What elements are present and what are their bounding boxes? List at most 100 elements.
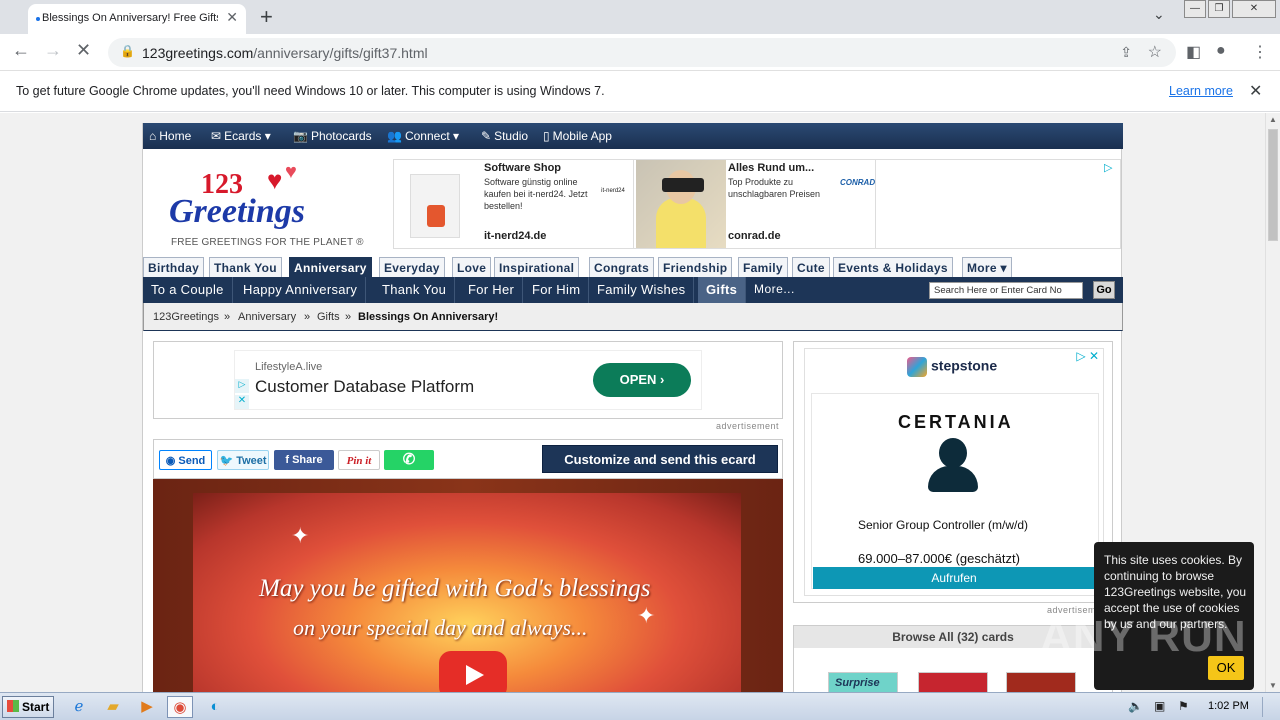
logo-tagline: FREE GREETINGS FOR THE PLANET ® (171, 237, 364, 248)
url-text[interactable]: 123greetings.com/anniversary/gifts/gift3… (142, 45, 428, 61)
nav-ecards[interactable]: ✉ Ecards ▾ (211, 129, 271, 143)
tab-love[interactable]: Love (452, 257, 492, 277)
vr-person-image (636, 160, 726, 248)
action-center-flag-icon[interactable]: ⚑ (1178, 699, 1189, 713)
nav-mobile-app[interactable]: ▯ Mobile App (543, 129, 612, 143)
nav-connect[interactable]: 👥 Connect ▾ (387, 129, 459, 143)
breadcrumb-gifts[interactable]: Gifts (317, 311, 340, 323)
adchoices-close-icon[interactable]: ▷ ✕ (1076, 349, 1099, 363)
subnav-gifts[interactable]: Gifts (698, 277, 747, 303)
subnav-family-wishes[interactable]: Family Wishes (589, 277, 695, 303)
subnav-for-him[interactable]: For Him (524, 277, 590, 303)
back-arrow-icon[interactable]: ← (12, 40, 30, 61)
nav-home[interactable]: ⌂ Home (149, 129, 191, 143)
restore-button[interactable]: ❐ (1208, 0, 1230, 18)
subnav-more[interactable]: More... (754, 282, 795, 296)
share-bar: ◉ Send 🐦 Tweet f Share Pin it ✆ Customiz… (153, 439, 783, 479)
tab-friendship[interactable]: Friendship (658, 257, 733, 277)
stepstone-logo: stepstone (907, 357, 997, 377)
customize-ecard-button[interactable]: Customize and send this ecard (542, 445, 778, 473)
job-card[interactable]: CERTANIA Senior Group Controller (m/w/d)… (811, 393, 1099, 589)
adchoices-icon[interactable]: ▷ (1104, 161, 1118, 175)
breadcrumb-anniversary[interactable]: Anniversary (238, 311, 296, 323)
chrome-icon[interactable]: ◉ (167, 696, 193, 718)
ad-open-button[interactable]: OPEN › (593, 363, 691, 397)
anyrun-watermark: ANY RUN (1040, 612, 1247, 661)
lock-icon[interactable]: 🔒 (120, 44, 135, 58)
phone-icon: ▯ (543, 129, 550, 143)
show-desktop-button[interactable] (1262, 697, 1278, 717)
heart-icon: ♥ (267, 165, 283, 195)
scroll-up-icon[interactable]: ▲ (1269, 115, 1277, 124)
card-thumbnail[interactable]: Surprise (828, 672, 898, 692)
tab-congrats[interactable]: Congrats (589, 257, 655, 277)
windows-logo-icon (7, 700, 19, 712)
bookmark-star-icon[interactable]: ☆ (1148, 42, 1162, 62)
subnav-thank-you[interactable]: Thank You (374, 277, 456, 303)
tab-close-icon[interactable]: ✕ (226, 9, 238, 26)
site-logo[interactable]: 123 ♥ ♥ Greetings FREE GREETINGS FOR THE… (165, 161, 375, 251)
header-ad-conrad[interactable]: Alles Rund um... Top Produkte zu unschla… (636, 160, 876, 248)
search-input[interactable]: Search Here or Enter Card No (929, 282, 1083, 299)
go-button[interactable]: Go (1093, 281, 1115, 299)
tab-inspirational[interactable]: Inspirational (494, 257, 580, 277)
volume-icon[interactable]: 🔈 (1128, 699, 1143, 713)
whatsapp-icon[interactable]: ✆ (384, 450, 434, 470)
tab-more[interactable]: More ▾ (962, 257, 1012, 277)
media-player-icon[interactable]: ▶ (134, 696, 160, 718)
subnav-for-her[interactable]: For Her (460, 277, 524, 303)
page-scrollbar[interactable]: ▲ ▼ (1265, 113, 1280, 692)
tab-birthday[interactable]: Birthday (143, 257, 205, 277)
pen-icon: ✎ (481, 129, 492, 143)
tweet-button[interactable]: 🐦 Tweet (217, 450, 269, 470)
menu-kebab-icon[interactable]: ⋮ (1252, 42, 1268, 62)
ie-icon[interactable]: ℯ (66, 696, 92, 718)
scroll-down-icon[interactable]: ▼ (1269, 681, 1277, 690)
browser-tab[interactable]: Blessings On Anniversary! Free Gifts ✕ (28, 4, 246, 34)
infobar-close-icon[interactable]: ✕ (1249, 81, 1262, 101)
profile-icon[interactable]: ● (1216, 42, 1226, 60)
tab-anniversary[interactable]: Anniversary (289, 257, 372, 277)
start-button[interactable]: Start (2, 696, 54, 718)
apply-button[interactable]: Aufrufen (813, 567, 1095, 589)
pinterest-button[interactable]: Pin it (338, 450, 380, 470)
job-ad-unit[interactable]: stepstone ▷ ✕ CERTANIA Senior Group Cont… (804, 348, 1104, 596)
address-bar[interactable]: 🔒 123greetings.com/anniversary/gifts/gif… (108, 38, 1176, 67)
header-ad-itnerd[interactable]: Software Shop Software günstig online ka… (394, 160, 634, 248)
card-thumbnail[interactable] (918, 672, 988, 692)
edge-icon[interactable]: ◐ (202, 696, 228, 718)
messenger-send-button[interactable]: ◉ Send (159, 450, 212, 470)
ad-unit[interactable]: LifestyleA.live Customer Database Platfo… (234, 350, 702, 410)
subnav-happy-anniversary[interactable]: Happy Anniversary (235, 277, 367, 303)
nav-photocards[interactable]: 📷 Photocards (293, 129, 372, 143)
share-icon[interactable]: ⇪ (1120, 44, 1132, 61)
scrollbar-thumb[interactable] (1268, 129, 1278, 241)
clock[interactable]: 1:02 PM (1208, 700, 1249, 712)
card-thumbnail[interactable] (1006, 672, 1076, 692)
tab-everyday[interactable]: Everyday (379, 257, 445, 277)
side-panel-icon[interactable]: ◧ (1186, 42, 1201, 62)
forward-arrow-icon[interactable]: → (44, 40, 62, 61)
ecard-player[interactable]: ✦ ✦ May you be gifted with God's blessin… (153, 479, 783, 692)
play-button-icon[interactable] (439, 651, 507, 692)
new-tab-button[interactable]: + (260, 4, 273, 30)
job-salary: 69.000–87.000€ (geschätzt) (858, 551, 1020, 566)
explorer-folder-icon[interactable]: ▰ (100, 696, 126, 718)
nav-studio[interactable]: ✎ Studio (481, 129, 528, 143)
tab-thank-you[interactable]: Thank You (209, 257, 282, 277)
ad-close-icon[interactable]: ✕ (235, 395, 249, 409)
loading-icon (36, 17, 40, 21)
learn-more-link[interactable]: Learn more (1169, 84, 1233, 98)
tab-events-holidays[interactable]: Events & Holidays (833, 257, 953, 277)
subnav-to-a-couple[interactable]: To a Couple (143, 277, 233, 303)
network-icon[interactable]: ▣ (1154, 699, 1165, 713)
facebook-share-button[interactable]: f Share (274, 450, 334, 470)
stop-loading-icon[interactable]: ✕ (76, 40, 91, 61)
close-window-button[interactable]: ✕ (1232, 0, 1276, 18)
tab-cute[interactable]: Cute (792, 257, 830, 277)
tab-search-chevron-icon[interactable]: ⌄ (1153, 6, 1165, 23)
adchoices-icon[interactable]: ▷ (235, 379, 249, 393)
tab-family[interactable]: Family (738, 257, 788, 277)
breadcrumb-home[interactable]: 123Greetings (153, 311, 219, 323)
minimize-button[interactable]: — (1184, 0, 1206, 18)
